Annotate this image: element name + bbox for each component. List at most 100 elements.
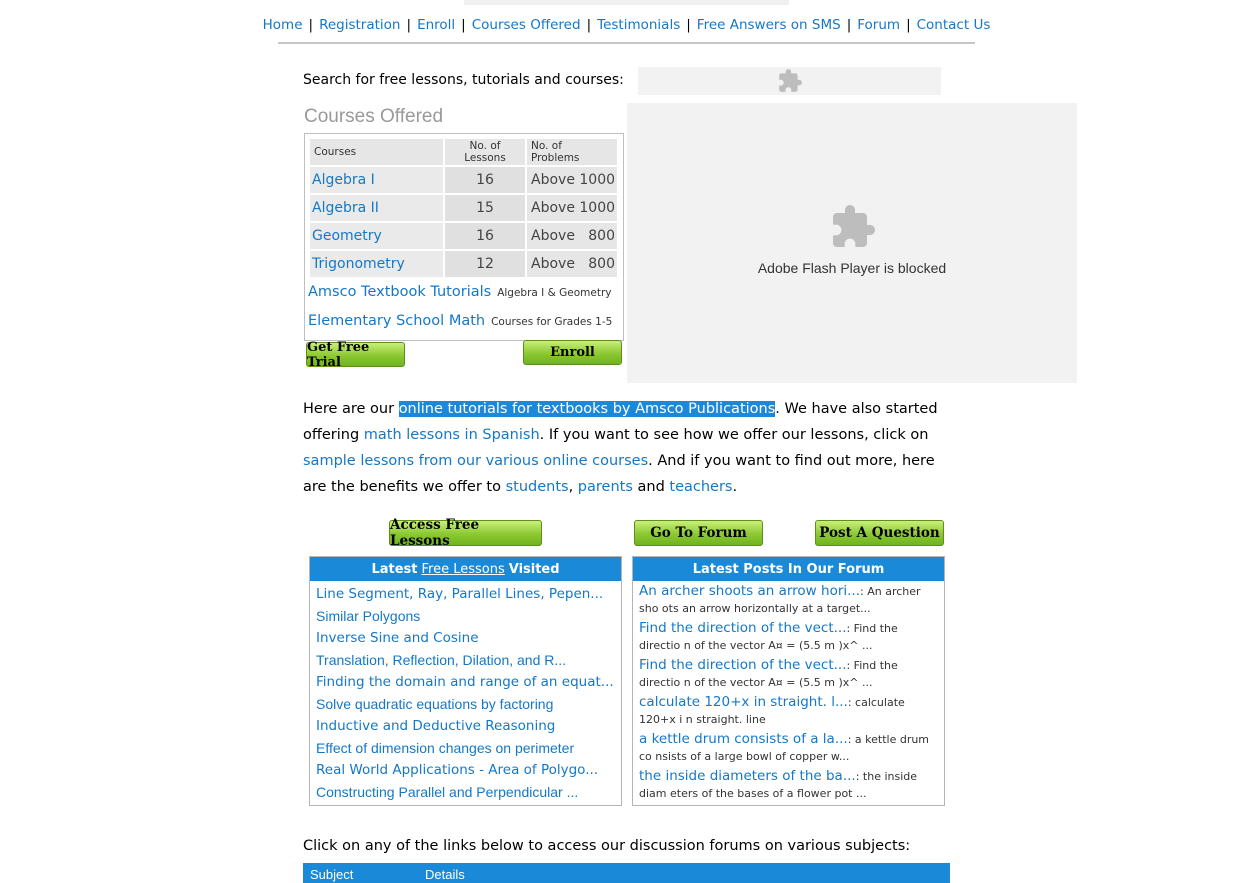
- table-row: Algebra II 15 Above 1000: [310, 195, 618, 221]
- sample-lessons-link[interactable]: sample lessons from our various online c…: [303, 453, 648, 469]
- post-question-button[interactable]: Post A Question: [815, 520, 944, 546]
- list-item: Find the direction of the vect...: Find …: [639, 620, 942, 657]
- lesson-link[interactable]: Inverse Sine and Cosine: [316, 630, 479, 646]
- nav-testimonials[interactable]: Testimonials: [597, 17, 680, 33]
- list-item: Line Segment, Ray, Parallel Lines, Pepen…: [316, 583, 621, 605]
- latest-posts-header: Latest Posts In Our Forum: [633, 557, 944, 581]
- nav-separator: |: [686, 17, 691, 33]
- lesson-link[interactable]: Line Segment, Ray, Parallel Lines, Pepen…: [316, 586, 603, 602]
- search-plugin-box[interactable]: [638, 67, 941, 95]
- top-strip: [464, 0, 789, 5]
- course-link-elementary[interactable]: Elementary School Math: [308, 313, 485, 329]
- spanish-lessons-link[interactable]: math lessons in Spanish: [364, 427, 540, 443]
- forum-section-label: Click on any of the links below to acces…: [303, 838, 911, 854]
- forum-table-header: Subject Details: [303, 863, 950, 883]
- go-to-forum-button[interactable]: Go To Forum: [634, 520, 763, 546]
- list-item: Real World Applications - Area of Polygo…: [316, 759, 621, 781]
- col-header-subject: Subject: [310, 867, 354, 882]
- intro-text: . If you want to see how we offer our le…: [539, 427, 929, 443]
- lesson-link[interactable]: Inductive and Deductive Reasoning: [316, 718, 555, 734]
- nav-separator: |: [906, 17, 911, 33]
- latest-lessons-header: Latest Free Lessons Visited: [310, 557, 621, 581]
- header-text: Latest: [371, 561, 418, 577]
- students-link[interactable]: students: [506, 479, 569, 495]
- nav-courses-offered[interactable]: Courses Offered: [472, 17, 581, 33]
- course-link-trigonometry[interactable]: Trigonometry: [312, 256, 405, 272]
- post-link[interactable]: a kettle drum consists of a la...: [639, 731, 848, 747]
- lesson-link[interactable]: Constructing Parallel and Perpendicular …: [316, 784, 578, 800]
- lesson-link[interactable]: Real World Applications - Area of Polygo…: [316, 762, 598, 778]
- flash-player-placeholder[interactable]: Adobe Flash Player is blocked: [627, 103, 1077, 383]
- col-header-problems: No. of Problems: [527, 139, 618, 165]
- search-label: Search for free lessons, tutorials and c…: [303, 72, 624, 88]
- post-link[interactable]: Find the direction of the vect...: [639, 657, 846, 673]
- list-item: Inverse Sine and Cosine: [316, 627, 621, 649]
- nav-separator: |: [308, 17, 314, 33]
- course-link-algebra-1[interactable]: Algebra I: [312, 172, 375, 188]
- post-link[interactable]: An archer shoots an arrow hori...: [639, 583, 860, 599]
- lesson-link[interactable]: Solve quadratic equations by factoring: [316, 696, 553, 712]
- enroll-button[interactable]: Enroll: [523, 340, 622, 365]
- nav-contact-us[interactable]: Contact Us: [917, 17, 991, 33]
- list-item: Find the direction of the vect...: Find …: [639, 657, 942, 694]
- col-header-details: Details: [425, 867, 465, 882]
- plugin-puzzle-icon: [778, 69, 802, 92]
- col-header-courses: Courses: [310, 139, 443, 165]
- nav-enroll[interactable]: Enroll: [417, 17, 455, 33]
- courses-table: Courses No. of Lessons No. of Problems A…: [308, 137, 619, 279]
- problems-count: Above 800: [527, 251, 618, 277]
- nav-separator: |: [406, 17, 412, 33]
- list-item: the inside diameters of the ba...: the i…: [639, 768, 942, 805]
- problems-count: Above 1000: [527, 195, 618, 221]
- lesson-link[interactable]: Finding the domain and range of an equat…: [316, 674, 614, 690]
- post-link[interactable]: Find the direction of the vect...: [639, 620, 846, 636]
- problems-count: Above 1000: [527, 167, 618, 193]
- intro-text: .: [732, 479, 738, 495]
- list-item: Similar Polygons: [316, 605, 621, 627]
- lessons-count: 12: [445, 251, 525, 277]
- teachers-link[interactable]: teachers: [669, 479, 732, 495]
- table-row: Algebra I 16 Above 1000: [310, 167, 618, 193]
- lesson-link[interactable]: Similar Polygons: [316, 608, 420, 624]
- problems-count: Above 800: [527, 223, 618, 249]
- free-lessons-header-link[interactable]: Free Lessons: [421, 562, 504, 577]
- course-link-algebra-2[interactable]: Algebra II: [312, 200, 379, 216]
- list-item: a kettle drum consists of a la...: a ket…: [639, 731, 942, 768]
- list-item: Constructing Parallel and Perpendicular …: [316, 781, 621, 803]
- parents-link[interactable]: parents: [578, 479, 633, 495]
- course-note: Algebra I & Geometry: [497, 287, 612, 299]
- main-nav: Home | Registration | Enroll | Courses O…: [263, 8, 990, 44]
- post-link[interactable]: calculate 120+x in straight. l...: [639, 694, 848, 710]
- list-item: Solve quadratic equations by factoring: [316, 693, 621, 715]
- lesson-link[interactable]: Translation, Reflection, Dilation, and R…: [316, 652, 566, 668]
- nav-home[interactable]: Home: [263, 17, 303, 33]
- list-item: Translation, Reflection, Dilation, and R…: [316, 649, 621, 671]
- nav-separator: |: [846, 17, 852, 33]
- flash-blocked-text: Adobe Flash Player is blocked: [757, 260, 947, 276]
- header-text: Visited: [508, 561, 560, 577]
- table-row: Trigonometry 12 Above 800: [310, 251, 618, 277]
- list-item: calculate 120+x in straight. l...: calcu…: [639, 694, 942, 731]
- nav-free-answers-sms[interactable]: Free Answers on SMS: [697, 17, 841, 33]
- latest-posts-list: An archer shoots an arrow hori...: An ar…: [633, 581, 942, 805]
- list-item: An archer shoots an arrow hori...: An ar…: [639, 583, 942, 620]
- course-link-geometry[interactable]: Geometry: [312, 228, 382, 244]
- nav-separator: |: [586, 17, 592, 33]
- course-note: Courses for Grades 1-5: [491, 316, 613, 328]
- nav-registration[interactable]: Registration: [319, 17, 400, 33]
- table-row: Geometry 16 Above 800: [310, 223, 618, 249]
- nav-separator: |: [461, 17, 466, 33]
- latest-lessons-list: Line Segment, Ray, Parallel Lines, Pepen…: [310, 581, 621, 803]
- extra-course-elementary: Elementary School Math Courses for Grades…: [308, 313, 612, 329]
- intro-paragraph: Here are our online tutorials for textbo…: [303, 396, 953, 500]
- amsco-tutorials-link[interactable]: online tutorials for textbooks by Amsco …: [398, 401, 776, 417]
- col-header-lessons: No. of Lessons: [445, 139, 525, 165]
- course-link-amsco[interactable]: Amsco Textbook Tutorials: [308, 284, 491, 300]
- lesson-link[interactable]: Effect of dimension changes on perimeter: [316, 740, 574, 756]
- lessons-count: 15: [445, 195, 525, 221]
- access-free-lessons-button[interactable]: Access Free Lessons: [389, 517, 542, 549]
- get-free-trial-button[interactable]: Get Free Trial: [306, 340, 405, 370]
- nav-forum[interactable]: Forum: [857, 17, 900, 33]
- post-link[interactable]: the inside diameters of the ba...: [639, 768, 856, 784]
- extra-course-amsco: Amsco Textbook Tutorials Algebra I & Geom…: [308, 284, 612, 300]
